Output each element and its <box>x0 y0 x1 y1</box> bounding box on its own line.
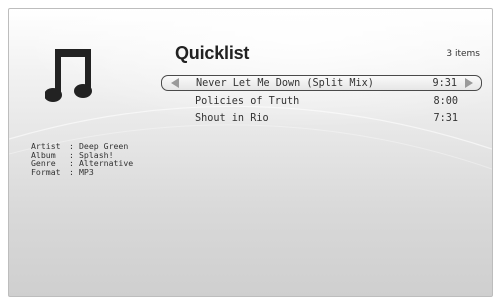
quicklist-tracks: Never Let Me Down (Split Mix) 9:31 Polic… <box>161 75 482 127</box>
page-title: Quicklist <box>175 43 250 63</box>
track-duration: 7:31 <box>433 113 458 124</box>
track-duration: 9:31 <box>432 77 457 89</box>
arrow-left-icon[interactable] <box>171 78 179 88</box>
music-note-icon <box>45 49 92 102</box>
arrow-right-icon[interactable] <box>465 78 473 88</box>
track-row-selected[interactable]: Never Let Me Down (Split Mix) 9:31 <box>161 75 482 91</box>
metadata-key: Format <box>31 166 61 177</box>
track-metadata: Artist: Deep Green Album: Splash! Genre:… <box>31 142 133 176</box>
track-title: Never Let Me Down (Split Mix) <box>196 77 374 89</box>
metadata-value: MP3 <box>79 166 94 177</box>
track-title: Policies of Truth <box>195 96 300 107</box>
track-row[interactable]: Policies of Truth 8:00 <box>161 93 482 110</box>
track-title: Shout in Rio <box>195 113 269 124</box>
player-screen: Artist: Deep Green Album: Splash! Genre:… <box>8 8 493 297</box>
metadata-format: Format: MP3 <box>31 166 94 177</box>
item-count: 3 items <box>446 49 480 59</box>
track-row[interactable]: Shout in Rio 7:31 <box>161 110 482 127</box>
track-duration: 8:00 <box>433 96 458 107</box>
